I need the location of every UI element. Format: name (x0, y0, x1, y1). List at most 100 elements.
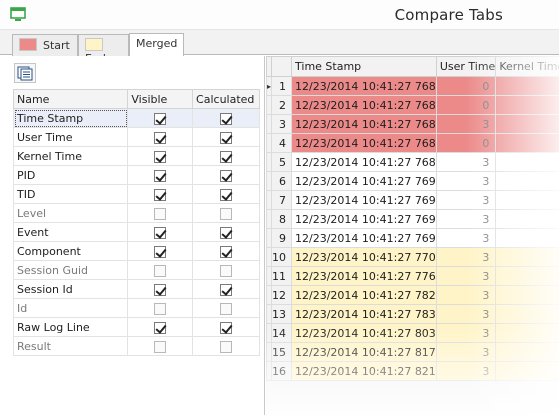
visible-checkbox[interactable] (154, 264, 167, 277)
time-stamp-cell[interactable]: 12/23/2014 10:41:27 768 (291, 76, 437, 96)
visible-checkbox[interactable] (154, 112, 167, 125)
column-name[interactable]: Kernel Time (12, 146, 129, 166)
header-time-stamp[interactable]: Time Stamp (291, 56, 437, 77)
calculated-checkbox[interactable] (220, 245, 233, 258)
calculated-checkbox[interactable] (220, 188, 233, 201)
column-name[interactable]: Time Stamp (12, 108, 129, 128)
column-name[interactable]: TID (12, 184, 129, 204)
time-stamp-cell[interactable]: 12/23/2014 10:41:27 782 (291, 285, 437, 305)
calculated-checkbox[interactable] (220, 340, 233, 353)
row-number[interactable]: 11 (271, 266, 293, 286)
user-time-cell[interactable]: 3 (435, 190, 497, 210)
time-stamp-cell[interactable]: 12/23/2014 10:41:27 783 (291, 304, 437, 324)
time-stamp-cell[interactable]: 12/23/2014 10:41:27 769 (291, 190, 437, 210)
log-row[interactable]: 9 12/23/2014 10:41:27 769 3 (266, 228, 559, 248)
calculated-checkbox[interactable] (220, 131, 233, 144)
user-time-cell[interactable]: 3 (435, 361, 497, 381)
row-number[interactable]: 9 (271, 228, 293, 248)
column-name[interactable]: User Time (12, 127, 129, 147)
row-number[interactable]: 5 (271, 152, 293, 172)
log-row[interactable]: 14 12/23/2014 10:41:27 803 3 (266, 323, 559, 343)
row-number[interactable]: 10 (271, 247, 293, 267)
column-row[interactable]: TID (12, 184, 260, 204)
row-number[interactable]: 16 (271, 361, 293, 381)
kernel-time-cell[interactable] (495, 361, 559, 381)
row-number[interactable]: 3 (271, 114, 293, 134)
time-stamp-cell[interactable]: 12/23/2014 10:41:27 769 (291, 171, 437, 191)
column-name[interactable]: Id (12, 298, 129, 318)
visible-checkbox[interactable] (154, 188, 167, 201)
kernel-time-cell[interactable] (495, 133, 559, 153)
log-row[interactable]: 5 12/23/2014 10:41:27 768 3 (266, 152, 559, 172)
calculated-checkbox[interactable] (220, 302, 233, 315)
user-time-cell[interactable]: 0 (435, 76, 497, 96)
calculated-checkbox[interactable] (220, 283, 233, 296)
user-time-cell[interactable]: 3 (435, 266, 497, 286)
log-row[interactable]: 12 12/23/2014 10:41:27 782 3 (266, 285, 559, 305)
calculated-checkbox[interactable] (220, 150, 233, 163)
time-stamp-cell[interactable]: 12/23/2014 10:41:27 768 (291, 133, 437, 153)
log-row[interactable]: 11 12/23/2014 10:41:27 776 3 (266, 266, 559, 286)
time-stamp-cell[interactable]: 12/23/2014 10:41:27 776 (291, 266, 437, 286)
user-time-cell[interactable]: 0 (435, 95, 497, 115)
log-row[interactable]: 16 12/23/2014 10:41:27 821 3 (266, 361, 559, 381)
user-time-cell[interactable]: 3 (435, 323, 497, 343)
time-stamp-cell[interactable]: 12/23/2014 10:41:27 768 (291, 152, 437, 172)
column-name[interactable]: Session Id (12, 279, 129, 299)
row-number[interactable]: 2 (271, 95, 293, 115)
log-row[interactable]: 15 12/23/2014 10:41:27 817 3 (266, 342, 559, 362)
log-row[interactable]: 3 12/23/2014 10:41:27 768 3 (266, 114, 559, 134)
kernel-time-cell[interactable] (495, 247, 559, 267)
kernel-time-cell[interactable] (495, 228, 559, 248)
visible-checkbox[interactable] (154, 169, 167, 182)
visible-checkbox[interactable] (154, 283, 167, 296)
column-name[interactable]: Level (12, 203, 129, 223)
tab-merged[interactable]: Merged (129, 33, 184, 56)
time-stamp-cell[interactable]: 12/23/2014 10:41:27 817 (291, 342, 437, 362)
column-row[interactable]: Result (12, 336, 260, 356)
visible-checkbox[interactable] (154, 131, 167, 144)
log-row[interactable]: 4 12/23/2014 10:41:27 768 0 (266, 133, 559, 153)
column-row[interactable]: Kernel Time (12, 146, 260, 166)
row-number[interactable]: 4 (271, 133, 293, 153)
time-stamp-cell[interactable]: 12/23/2014 10:41:27 803 (291, 323, 437, 343)
visible-checkbox[interactable] (154, 321, 167, 334)
visible-checkbox[interactable] (154, 302, 167, 315)
calculated-checkbox[interactable] (220, 264, 233, 277)
row-number[interactable]: 12 (271, 285, 293, 305)
calculated-checkbox[interactable] (220, 226, 233, 239)
time-stamp-cell[interactable]: 12/23/2014 10:41:27 821 (291, 361, 437, 381)
column-name[interactable]: Component (12, 241, 129, 261)
log-row[interactable]: ▸ 1 12/23/2014 10:41:27 768 0 (266, 76, 559, 96)
column-name[interactable]: Session Guid (12, 260, 129, 280)
kernel-time-cell[interactable] (495, 266, 559, 286)
column-row[interactable]: Event (12, 222, 260, 242)
column-row[interactable]: Session Id (12, 279, 260, 299)
kernel-time-cell[interactable] (495, 209, 559, 229)
time-stamp-cell[interactable]: 12/23/2014 10:41:27 769 (291, 209, 437, 229)
kernel-time-cell[interactable] (495, 190, 559, 210)
kernel-time-cell[interactable] (495, 76, 559, 96)
row-number[interactable]: 7 (271, 190, 293, 210)
header-kernel-time[interactable]: Kernel Time (495, 56, 559, 77)
column-row[interactable]: Raw Log Line (12, 317, 260, 337)
time-stamp-cell[interactable]: 12/23/2014 10:41:27 768 (291, 95, 437, 115)
user-time-cell[interactable]: 0 (435, 133, 497, 153)
kernel-time-cell[interactable] (495, 95, 559, 115)
visible-checkbox[interactable] (154, 226, 167, 239)
column-name[interactable]: Event (12, 222, 129, 242)
time-stamp-cell[interactable]: 12/23/2014 10:41:27 770 (291, 247, 437, 267)
user-time-cell[interactable]: 3 (435, 152, 497, 172)
visible-checkbox[interactable] (154, 245, 167, 258)
visible-checkbox[interactable] (154, 150, 167, 163)
kernel-time-cell[interactable] (495, 114, 559, 134)
log-row[interactable]: 6 12/23/2014 10:41:27 769 3 (266, 171, 559, 191)
header-visible[interactable]: Visible (127, 89, 194, 109)
visible-checkbox[interactable] (154, 207, 167, 220)
tab-start[interactable]: Start (12, 34, 78, 56)
log-row[interactable]: 10 12/23/2014 10:41:27 770 3 (266, 247, 559, 267)
column-row[interactable]: Level (12, 203, 260, 223)
column-row[interactable]: PID (12, 165, 260, 185)
log-row[interactable]: 7 12/23/2014 10:41:27 769 3 (266, 190, 559, 210)
kernel-time-cell[interactable] (495, 285, 559, 305)
